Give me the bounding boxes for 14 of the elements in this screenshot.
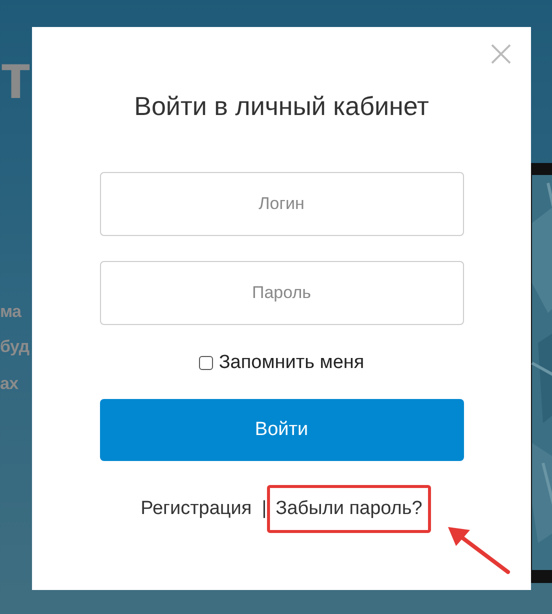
annotation-arrow	[446, 524, 512, 576]
checkbox-label: Запомнить меня	[218, 352, 364, 374]
page-text: ма	[0, 303, 22, 320]
link[interactable]: Регистрация	[132, 485, 259, 533]
remember-checkbox[interactable]	[198, 356, 213, 370]
input-field[interactable]: Пароль	[100, 261, 464, 325]
login-button[interactable]: Войти	[100, 399, 464, 461]
page-heading: т	[0, 44, 32, 108]
input-field[interactable]: Логин	[100, 172, 464, 236]
page-text: ах	[0, 375, 18, 392]
page-text: буд	[0, 338, 30, 355]
link[interactable]: Забыли пароль?	[266, 485, 432, 533]
separator: |	[260, 498, 267, 520]
dialog-title: Войти в личный кабинет	[134, 91, 429, 122]
